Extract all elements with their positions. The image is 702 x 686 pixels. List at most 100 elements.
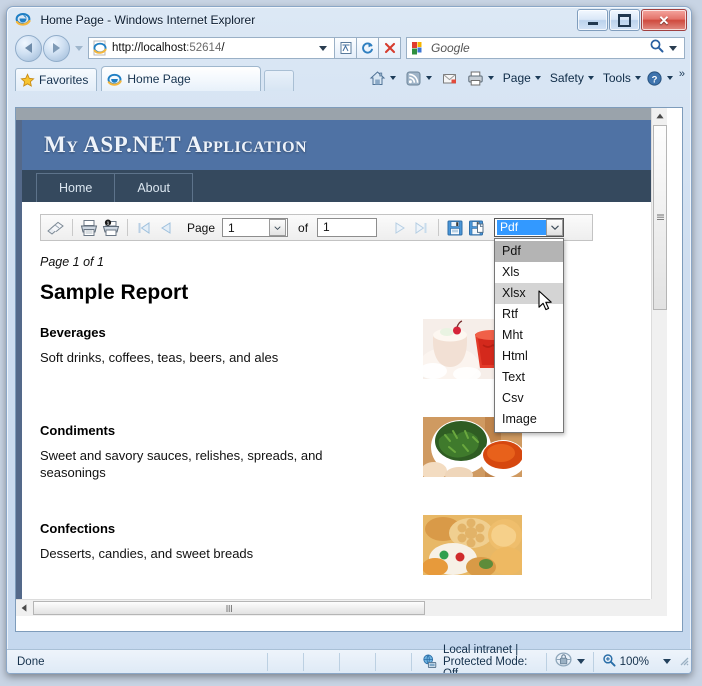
page-vertical-scrollbar[interactable] — [651, 108, 667, 616]
chevron-down-icon[interactable] — [587, 76, 594, 80]
chevron-down-icon[interactable] — [634, 76, 641, 80]
export-format-dropdown-button[interactable] — [546, 219, 564, 236]
of-label: of — [298, 220, 309, 235]
page-number-value: 1 — [228, 220, 235, 235]
nav-item-about[interactable]: About — [115, 173, 194, 202]
address-bar-row: http://localhost:52614/ Google — [7, 33, 691, 63]
read-mail-icon — [441, 70, 458, 87]
save-button[interactable] — [444, 217, 466, 238]
search-input[interactable]: Google — [406, 37, 685, 59]
scroll-up-button[interactable] — [652, 108, 667, 124]
zoom-control[interactable]: 100% — [594, 653, 675, 670]
export-format-combo[interactable]: Pdf — [494, 218, 565, 237]
save-as-button[interactable] — [466, 217, 488, 238]
chevron-down-icon[interactable] — [534, 76, 541, 80]
safety-menu-label: Safety — [549, 71, 584, 85]
chevron-down-icon[interactable] — [663, 659, 671, 664]
refresh-icon — [362, 42, 373, 54]
security-zone-indicator[interactable]: Local intranet | Protected Mode: Off — [412, 644, 547, 673]
vertical-scroll-thumb[interactable] — [653, 125, 667, 310]
first-page-button[interactable] — [133, 217, 155, 238]
page-horizontal-scrollbar[interactable] — [16, 599, 667, 616]
previous-page-icon — [161, 221, 171, 234]
tools-menu-label: Tools — [602, 71, 631, 85]
page-favicon-icon — [92, 40, 108, 56]
print-layout-button[interactable]: 1 — [100, 217, 122, 238]
tools-menu-button[interactable]: Tools — [601, 67, 643, 89]
command-bar-overflow[interactable]: » — [676, 68, 687, 88]
export-option-html[interactable]: Html — [495, 346, 563, 367]
chevron-down-icon — [274, 225, 281, 230]
horizontal-scroll-thumb[interactable] — [33, 601, 425, 615]
scrollbar-corner — [650, 599, 667, 616]
window-title: Home Page - Windows Internet Explorer — [40, 12, 256, 27]
forward-button[interactable] — [43, 34, 70, 62]
document-map-button[interactable] — [45, 217, 67, 238]
next-page-button[interactable] — [389, 217, 411, 238]
site-navigation: Home About — [16, 170, 667, 202]
address-input[interactable]: http://localhost:52614/ — [88, 37, 335, 59]
page-viewport: My ASP.NET Application Home About 1 Page… — [15, 107, 683, 632]
site-header: My ASP.NET Application — [16, 120, 667, 170]
search-placeholder: Google — [431, 41, 470, 55]
search-go-icon[interactable] — [649, 38, 665, 59]
chevron-down-icon[interactable] — [487, 76, 494, 80]
print-button[interactable] — [78, 217, 100, 238]
compatibility-view-button[interactable] — [335, 37, 357, 59]
export-format-dropdown-list[interactable]: Pdf Xls Xlsx Rtf Mht Html Text Csv Image — [494, 238, 565, 433]
export-option-text[interactable]: Text — [495, 367, 563, 388]
chevron-down-icon[interactable] — [389, 76, 396, 80]
category-description: Sweet and savory sauces, relishes, sprea… — [40, 448, 323, 480]
first-page-icon — [138, 221, 150, 234]
print-button[interactable] — [465, 67, 496, 89]
export-option-image[interactable]: Image — [495, 409, 563, 430]
help-icon: ? — [646, 70, 663, 87]
safety-menu-button[interactable]: Safety — [548, 67, 596, 89]
status-cell-blank — [304, 652, 340, 671]
security-zone-label: Local intranet | Protected Mode: Off — [443, 643, 528, 674]
minimize-button[interactable] — [577, 9, 608, 31]
new-tab-button[interactable] — [264, 70, 295, 91]
previous-page-button[interactable] — [155, 217, 177, 238]
export-option-pdf[interactable]: Pdf — [495, 241, 564, 262]
export-option-mht[interactable]: Mht — [495, 325, 563, 346]
stop-button[interactable] — [379, 37, 401, 59]
chevron-down-icon[interactable] — [666, 76, 673, 80]
chevron-down-icon[interactable] — [425, 76, 432, 80]
favorites-label: Favorites — [39, 73, 89, 87]
total-pages-field[interactable]: 1 — [317, 218, 378, 237]
maximize-button[interactable] — [609, 9, 640, 31]
address-dropdown-icon[interactable] — [319, 45, 327, 51]
privacy-report-button[interactable] — [547, 651, 594, 672]
close-button[interactable]: ✕ — [641, 9, 687, 31]
scroll-left-button[interactable] — [16, 600, 32, 616]
status-cell-blank — [340, 652, 376, 671]
search-provider-dropdown-icon[interactable] — [669, 45, 677, 51]
export-option-xlsx[interactable]: Xlsx — [495, 283, 564, 304]
resize-grip[interactable] — [675, 655, 689, 668]
save-as-floppy-icon — [468, 220, 484, 235]
page-number-combo[interactable]: 1 — [222, 218, 289, 237]
export-option-rtf[interactable]: Rtf — [495, 304, 563, 325]
recent-pages-icon[interactable] — [75, 45, 83, 51]
page-menu-button[interactable]: Page — [501, 67, 543, 89]
help-menu-button[interactable]: ? — [644, 67, 675, 89]
tab-home-page[interactable]: Home Page — [101, 66, 262, 91]
last-page-button[interactable] — [411, 217, 433, 238]
grip-icon — [656, 214, 664, 220]
home-button[interactable] — [367, 67, 398, 89]
read-mail-button[interactable] — [439, 67, 460, 89]
favorites-button[interactable]: Favorites — [15, 68, 98, 91]
privacy-report-icon — [555, 651, 572, 672]
export-option-xls[interactable]: Xls — [495, 262, 563, 283]
refresh-button[interactable] — [357, 37, 379, 59]
export-option-csv[interactable]: Csv — [495, 388, 563, 409]
print-page-icon: 1 — [102, 219, 119, 236]
page-number-dropdown-button[interactable] — [269, 219, 287, 236]
nav-item-home[interactable]: Home — [36, 173, 116, 202]
triangle-up-icon — [656, 113, 664, 119]
compatibility-view-icon — [340, 42, 351, 54]
chevron-down-icon[interactable] — [576, 659, 585, 664]
feeds-button[interactable] — [403, 67, 434, 89]
back-button[interactable] — [15, 34, 42, 62]
